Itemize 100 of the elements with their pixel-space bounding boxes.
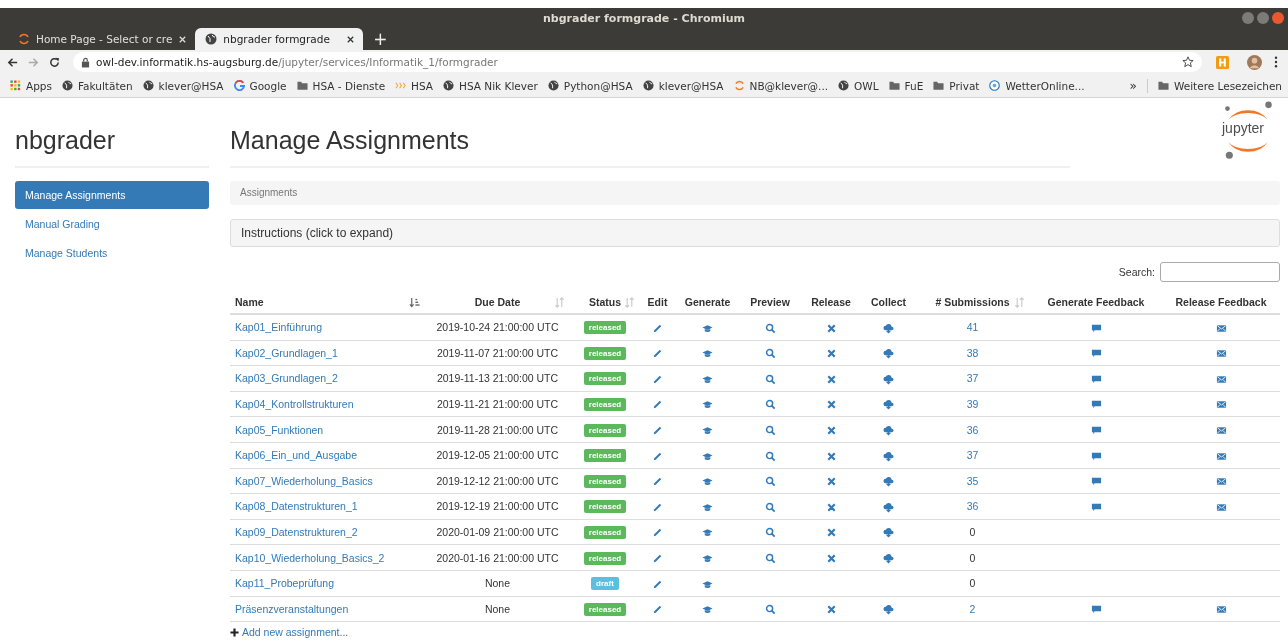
pencil-icon[interactable] <box>652 527 663 539</box>
bookmark[interactable]: klever@HSA <box>642 79 724 92</box>
menu-icon[interactable] <box>1274 56 1278 68</box>
sidebar-item[interactable]: Manage Assignments <box>15 181 209 209</box>
envelope-icon[interactable] <box>1215 322 1227 334</box>
assignment-link[interactable]: Kap06_Ein_und_Ausgabe <box>235 449 358 462</box>
pencil-icon[interactable] <box>652 476 663 488</box>
assignment-link[interactable]: Kap08_Datenstrukturen_1 <box>235 500 358 513</box>
cloud-download-icon[interactable] <box>883 527 894 539</box>
assignment-link[interactable]: Kap03_Grundlagen_2 <box>235 372 338 385</box>
comment-icon[interactable] <box>1090 399 1102 411</box>
envelope-icon[interactable] <box>1215 501 1227 513</box>
column-header[interactable]: Due Date <box>474 296 521 308</box>
pencil-icon[interactable] <box>652 501 663 513</box>
graduation-cap-icon[interactable] <box>702 604 713 616</box>
search-icon[interactable] <box>764 604 776 616</box>
submissions-link[interactable]: 41 <box>966 321 979 334</box>
envelope-icon[interactable] <box>1215 604 1227 616</box>
assignment-link[interactable]: Kap02_Grundlagen_1 <box>235 346 338 359</box>
column-header[interactable]: Generate Feedback <box>1047 296 1145 308</box>
sidebar-item[interactable]: Manual Grading <box>15 210 209 238</box>
assignment-link[interactable]: Kap05_Funktionen <box>235 423 324 436</box>
bookmark[interactable]: klever@HSA <box>142 79 224 92</box>
bookmark[interactable]: Google <box>233 79 287 92</box>
search-field[interactable] <box>1160 262 1280 282</box>
comment-icon[interactable] <box>1090 450 1102 462</box>
search-icon[interactable] <box>764 322 776 334</box>
cloud-download-icon[interactable] <box>883 604 894 616</box>
submissions-link[interactable]: 0 <box>969 551 976 564</box>
comment-icon[interactable] <box>1090 604 1102 616</box>
submissions-link[interactable]: 37 <box>966 449 979 462</box>
submissions-link[interactable]: 36 <box>966 423 979 436</box>
graduation-cap-icon[interactable] <box>702 399 713 411</box>
comment-icon[interactable] <box>1090 425 1102 437</box>
graduation-cap-icon[interactable] <box>702 373 713 385</box>
cloud-download-icon[interactable] <box>883 450 894 462</box>
more-bookmarks-button[interactable]: » <box>1129 78 1137 93</box>
envelope-icon[interactable] <box>1215 425 1227 437</box>
bookmark[interactable]: OWL <box>838 79 879 92</box>
assignment-link[interactable]: Kap01_Einführung <box>235 321 322 334</box>
submissions-link[interactable]: 38 <box>966 346 979 359</box>
comment-icon[interactable] <box>1090 501 1102 513</box>
bookmark[interactable]: WetterOnline... <box>989 79 1085 92</box>
bookmark[interactable]: Apps <box>10 79 52 92</box>
pencil-icon[interactable] <box>652 425 663 437</box>
bookmark[interactable]: NB@klever@... <box>733 79 829 92</box>
maximize-button[interactable] <box>1257 12 1269 24</box>
envelope-icon[interactable] <box>1215 476 1227 488</box>
assignment-link[interactable]: Präsenzveranstaltungen <box>235 602 349 615</box>
cloud-download-icon[interactable] <box>883 399 894 411</box>
submissions-link[interactable]: 36 <box>966 500 979 513</box>
pencil-icon[interactable] <box>652 373 663 385</box>
assignment-link[interactable]: Kap04_Kontrollstrukturen <box>235 398 354 411</box>
cloud-download-icon[interactable] <box>883 425 894 437</box>
submissions-link[interactable]: 35 <box>966 474 979 487</box>
add-assignment-link[interactable]: Add new assignment... <box>230 626 349 639</box>
search-icon[interactable] <box>764 476 776 488</box>
address-bar[interactable]: owl-dev.informatik.hs-augsburg.de/jupyter/services/Informatik_1/formgrader <box>73 52 1202 72</box>
submissions-link[interactable]: 0 <box>969 526 976 539</box>
minimize-button[interactable] <box>1242 12 1254 24</box>
pencil-icon[interactable] <box>652 348 663 360</box>
column-header[interactable]: Generate <box>684 296 731 308</box>
search-icon[interactable] <box>764 553 776 564</box>
graduation-cap-icon[interactable] <box>702 578 713 590</box>
assignment-link[interactable]: Kap09_Datenstrukturen_2 <box>235 526 358 539</box>
pencil-icon[interactable] <box>652 553 663 564</box>
sidebar-item[interactable]: Manage Students <box>15 239 209 267</box>
comment-icon[interactable] <box>1090 476 1102 488</box>
close-icon[interactable] <box>346 34 356 44</box>
close-button[interactable] <box>1272 12 1284 24</box>
bookmark[interactable]: HSA - Dienste <box>296 79 386 92</box>
search-icon[interactable] <box>764 501 776 513</box>
search-icon[interactable] <box>764 399 776 411</box>
bookmark[interactable]: HSA Nik Klever <box>443 79 538 92</box>
submissions-link[interactable]: 2 <box>969 602 976 615</box>
bookmark[interactable]: Fakultäten <box>62 79 133 92</box>
pencil-icon[interactable] <box>652 604 663 616</box>
submissions-link[interactable]: 37 <box>966 372 979 385</box>
cloud-download-icon[interactable] <box>883 373 894 385</box>
column-header[interactable]: Release <box>811 296 851 308</box>
column-header[interactable]: Collect <box>871 296 906 308</box>
pencil-icon[interactable] <box>652 399 663 411</box>
pencil-icon[interactable] <box>652 450 663 462</box>
sort-ascending-icon[interactable] <box>409 296 420 308</box>
browser-tab[interactable]: nbgrader formgrade <box>195 28 364 50</box>
cloud-download-icon[interactable] <box>883 322 894 334</box>
search-icon[interactable] <box>764 373 776 385</box>
breadcrumb[interactable]: Assignments <box>240 187 298 198</box>
comment-icon[interactable] <box>1090 373 1102 385</box>
envelope-icon[interactable] <box>1215 399 1227 411</box>
graduation-cap-icon[interactable] <box>702 425 713 437</box>
graduation-cap-icon[interactable] <box>702 322 713 334</box>
cloud-download-icon[interactable] <box>883 553 894 564</box>
submissions-link[interactable]: 0 <box>969 577 976 590</box>
assignment-link[interactable]: Kap10_Wiederholung_Basics_2 <box>235 551 385 564</box>
column-header[interactable]: Release Feedback <box>1175 296 1267 308</box>
cloud-download-icon[interactable] <box>883 501 894 513</box>
assignment-link[interactable]: Kap11_Probeprüfung <box>235 577 335 590</box>
bookmark[interactable]: FuE <box>888 79 924 92</box>
search-icon[interactable] <box>764 348 776 360</box>
